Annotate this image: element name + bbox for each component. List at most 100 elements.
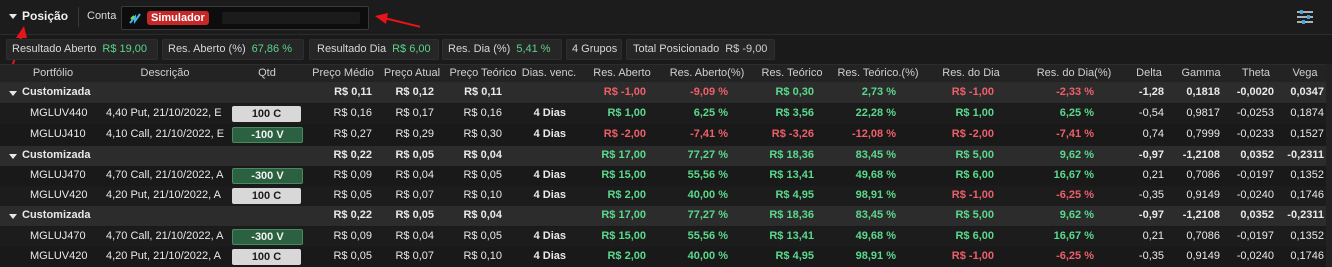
cell-pa: R$ 0,05 [395, 149, 434, 161]
col-portfolio[interactable]: Portfólio [0, 67, 106, 79]
cell-pm: R$ 0,11 [334, 86, 372, 98]
cell-pa: R$ 0,12 [395, 86, 434, 98]
col-preco-atual[interactable]: Preço Atual [378, 67, 446, 79]
col-res-aberto-pct[interactable]: Res. Aberto(%) [662, 67, 752, 79]
col-dias-venc[interactable]: Dias. venc. [518, 67, 580, 79]
col-delta[interactable]: Delta [1122, 67, 1176, 79]
summary-resultado-aberto: Resultado Aberto R$ 19,00 [6, 39, 158, 60]
cell-rap: 40,00 % [687, 189, 728, 201]
col-preco-medio[interactable]: Preço Médio [308, 67, 378, 79]
summary-value: 67,86 % [251, 43, 293, 55]
table-row[interactable]: MGLUJ470 4,70 Call, 21/10/2022, A -300 V R$… [0, 166, 1332, 186]
cell-pm: R$ 0,09 [333, 230, 372, 242]
cell-rd: R$ -1,00 [951, 86, 994, 98]
cell-rap: 6,25 % [693, 107, 728, 119]
cell-rdp: -6,25 % [1056, 189, 1094, 201]
cell-desc: 4,20 Put, 21/10/2022, A [106, 250, 221, 262]
summary-label: 4 Grupos [572, 43, 618, 55]
cell-pa: R$ 0,04 [395, 230, 434, 242]
cell-rtp: 49,68 % [855, 230, 896, 242]
summary-label: Res. Dia (%) [448, 43, 511, 55]
col-res-aberto[interactable]: Res. Aberto [584, 67, 660, 79]
col-gamma[interactable]: Gamma [1176, 67, 1226, 79]
col-res-do-dia-pct[interactable]: Res. do Dia(%) [1024, 67, 1124, 79]
group-collapse-icon[interactable] [9, 91, 17, 96]
qty-badge[interactable]: -100 V [232, 127, 303, 143]
col-res-teorico[interactable]: Res. Teórico [752, 67, 832, 79]
cell-delta: 0,21 [1142, 169, 1164, 181]
col-theta[interactable]: Theta [1230, 67, 1282, 79]
cell-vega: 0,1527 [1290, 128, 1324, 140]
qty-badge[interactable]: 100 C [232, 249, 301, 265]
cell-gamma: -1,2108 [1182, 149, 1220, 161]
cell-pt: R$ 0,04 [463, 149, 502, 161]
col-preco-teorico[interactable]: Preço Teórico [446, 67, 520, 79]
cell-pa: R$ 0,29 [395, 128, 434, 140]
col-qtd[interactable]: Qtd [228, 67, 306, 79]
settings-sliders-icon[interactable] [1296, 9, 1314, 25]
col-descricao[interactable]: Descrição [106, 67, 224, 79]
cell-desc: 4,70 Call, 21/10/2022, A [106, 230, 224, 242]
summary-value: R$ -9,00 [725, 43, 768, 55]
group-row[interactable]: Customizada R$ 0,11 R$ 0,12 R$ 0,11 R$ -1,00… [0, 83, 1332, 103]
cell-rtp: 83,45 % [855, 149, 896, 161]
group-row[interactable]: Customizada R$ 0,22 R$ 0,05 R$ 0,04 R$ 17,00… [0, 206, 1332, 226]
cell-gamma: 0,9149 [1186, 189, 1220, 201]
cell-ra: R$ 17,00 [601, 149, 646, 161]
vertical-scrollbar[interactable] [1326, 64, 1332, 267]
table-row[interactable]: MGLUJ410 4,10 Call, 21/10/2022, E -100 V R$… [0, 125, 1332, 145]
cell-pt: R$ 0,30 [463, 128, 502, 140]
cell-rt: R$ -3,26 [771, 128, 814, 140]
table-row[interactable]: MGLUV440 4,40 Put, 21/10/2022, E 100 C R$ 0… [0, 104, 1332, 124]
cell-rt: R$ 4,95 [775, 189, 814, 201]
cell-theta: -0,0233 [1236, 128, 1274, 140]
group-collapse-icon[interactable] [9, 154, 17, 159]
col-res-teorico-pct[interactable]: Res. Teórico.(%) [830, 67, 926, 79]
group-row[interactable]: Customizada R$ 0,22 R$ 0,05 R$ 0,04 R$ 17,00… [0, 146, 1332, 166]
group-collapse-icon[interactable] [9, 214, 17, 219]
cell-gamma: 0,9149 [1186, 250, 1220, 262]
cell-rd: R$ -2,00 [951, 128, 994, 140]
qty-badge[interactable]: 100 C [232, 106, 301, 122]
cell-pm: R$ 0,22 [333, 149, 372, 161]
summary-total-posicionado: Total Posicionado R$ -9,00 [626, 39, 775, 60]
qty-badge[interactable]: -300 V [232, 168, 303, 184]
cell-pm: R$ 0,27 [333, 128, 372, 140]
table-row[interactable]: MGLUV420 4,20 Put, 21/10/2022, A 100 C R$ 0… [0, 247, 1332, 267]
qty-badge[interactable]: -300 V [232, 229, 303, 245]
cell-desc: 4,70 Call, 21/10/2022, A [106, 169, 224, 181]
cell-rtp: 83,45 % [855, 209, 896, 221]
cell-rap: 77,27 % [687, 209, 728, 221]
summary-label: Resultado Aberto [12, 43, 97, 55]
cell-rtp: 22,28 % [855, 107, 896, 119]
summary-label: Resultado Dia [317, 43, 387, 55]
cell-rtp: 98,91 % [855, 189, 896, 201]
table-row[interactable]: MGLUJ470 4,70 Call, 21/10/2022, A -300 V R$… [0, 227, 1332, 247]
cell-pt: R$ 0,10 [463, 250, 502, 262]
cell-dias: 4 Dias [533, 107, 566, 119]
cell-rt: R$ 18,36 [769, 149, 814, 161]
cell-rdp: 6,25 % [1059, 107, 1094, 119]
cell-vega: 0,1746 [1290, 189, 1324, 201]
cell-ra: R$ 2,00 [607, 250, 646, 262]
qty-badge[interactable]: 100 C [232, 188, 301, 204]
cell-delta: -0,97 [1138, 149, 1164, 161]
col-vega[interactable]: Vega [1282, 67, 1328, 79]
cell-rtp: 98,91 % [855, 250, 896, 262]
summary-label: Total Posicionado [633, 43, 720, 55]
cell-portfolio: MGLUV420 [30, 189, 88, 201]
cell-rt: R$ 4,95 [775, 250, 814, 262]
col-res-do-dia[interactable]: Res. do Dia [934, 67, 1008, 79]
cell-delta: -0,35 [1138, 250, 1164, 262]
table-row[interactable]: MGLUV420 4,20 Put, 21/10/2022, A 100 C R$ 0… [0, 186, 1332, 206]
cell-portfolio: Customizada [22, 86, 91, 98]
cell-rap: -7,41 % [690, 128, 728, 140]
cell-theta: -0,0020 [1236, 86, 1274, 98]
cell-rd: R$ 5,00 [955, 209, 994, 221]
cell-rd: R$ -1,00 [951, 189, 994, 201]
cell-gamma: -1,2108 [1182, 209, 1220, 221]
cell-pt: R$ 0,11 [464, 86, 502, 98]
cell-pt: R$ 0,16 [463, 107, 502, 119]
cell-dias: 4 Dias [533, 250, 566, 262]
cell-pm: R$ 0,09 [333, 169, 372, 181]
